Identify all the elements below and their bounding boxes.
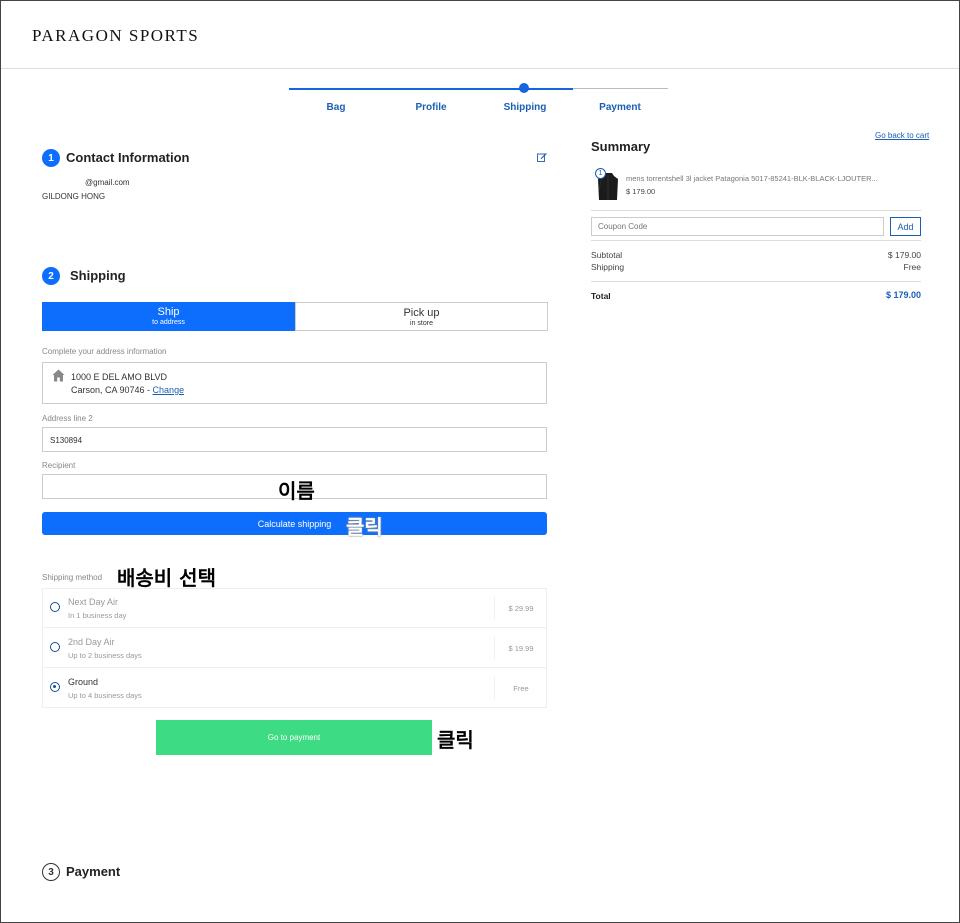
contact-section-title: Contact Information <box>66 150 190 165</box>
subtotal-value: $ 179.00 <box>887 250 921 260</box>
shipping-option-name: Next Day Air <box>68 597 119 607</box>
shipping-option-price: $ 19.99 <box>494 637 547 659</box>
address2-value: S130894 <box>50 436 83 445</box>
shipping-section-title: Shipping <box>70 268 126 283</box>
summary-divider <box>591 210 921 211</box>
address-city-state-zip: Carson, CA 90746 - <box>71 385 153 395</box>
go-to-payment-button[interactable]: Go to payment <box>156 720 432 755</box>
step-profile[interactable]: Profile <box>391 102 471 113</box>
coupon-code-input[interactable] <box>591 217 884 236</box>
step-shipping[interactable]: Shipping <box>485 102 565 113</box>
radio-ground[interactable] <box>50 682 60 692</box>
shipping-option-2nd-day[interactable]: 2nd Day Air Up to 2 business days $ 19.9… <box>42 628 547 668</box>
change-address-link[interactable]: Change <box>153 385 185 395</box>
summary-title: Summary <box>591 139 651 154</box>
screen-frame <box>0 0 960 923</box>
annotation-click-calculate: 클릭 <box>346 515 383 539</box>
coupon-add-button[interactable]: Add <box>890 217 921 236</box>
address-card[interactable]: 1000 E DEL AMO BLVD Carson, CA 90746 - C… <box>42 362 547 404</box>
tab-ship-label: Ship <box>157 306 180 318</box>
brand-logo[interactable]: PARAGON SPORTS <box>32 26 199 46</box>
item-name[interactable]: mens torrentshell 3l jacket Patagonia 50… <box>626 174 886 183</box>
tab-ship-sublabel: to address <box>152 319 185 326</box>
tab-pick-up-in-store[interactable]: Pick up in store <box>295 302 548 331</box>
summary-divider <box>591 281 921 282</box>
address-section-label: Complete your address information <box>42 347 167 356</box>
annotation-click-payment: 클릭 <box>437 728 474 752</box>
shipping-option-eta: Up to 4 business days <box>68 691 142 700</box>
recipient-label: Recipient <box>42 461 76 470</box>
item-price: $ 179.00 <box>626 187 656 196</box>
step-payment[interactable]: Payment <box>580 102 660 113</box>
site-header: PARAGON SPORTS <box>1 1 959 69</box>
shipping-method-label: Shipping method <box>42 573 103 582</box>
address-line-2-city: Carson, CA 90746 - Change <box>71 385 184 395</box>
address-line-1: 1000 E DEL AMO BLVD <box>71 372 168 382</box>
step-number-shipping: 2 <box>42 267 60 285</box>
total-value: $ 179.00 <box>885 290 921 300</box>
back-to-cart-link[interactable]: Go back to cart <box>875 131 929 140</box>
item-quantity-badge: 1 <box>595 168 606 179</box>
step-number-contact: 1 <box>42 149 60 167</box>
address2-label: Address line 2 <box>42 414 93 423</box>
shipping-option-price: $ 29.99 <box>494 597 547 619</box>
radio-2nd-day[interactable] <box>50 642 60 652</box>
contact-email: @gmail.com <box>85 178 130 187</box>
shipping-cost-value: Free <box>903 262 921 272</box>
calculate-shipping-button[interactable]: Calculate shipping <box>42 512 547 535</box>
summary-divider <box>591 240 921 241</box>
contact-name: GILDONG HONG <box>42 192 106 201</box>
radio-next-day[interactable] <box>50 602 60 612</box>
shipping-option-name: Ground <box>68 677 99 687</box>
progress-remaining <box>573 88 668 89</box>
home-icon <box>52 369 65 382</box>
shipping-option-name: 2nd Day Air <box>68 637 115 647</box>
subtotal-label: Subtotal <box>591 250 623 260</box>
shipping-option-price: Free <box>494 677 547 699</box>
total-label: Total <box>591 291 611 301</box>
shipping-option-eta: In 1 business day <box>68 611 127 620</box>
edit-icon[interactable] <box>537 152 547 162</box>
shipping-option-eta: Up to 2 business days <box>68 651 142 660</box>
payment-section-title: Payment <box>66 864 121 879</box>
address2-input[interactable]: S130894 <box>42 427 547 452</box>
tab-pickup-sublabel: in store <box>410 320 433 327</box>
shipping-option-ground[interactable]: Ground Up to 4 business days Free <box>42 668 547 708</box>
shipping-cost-label: Shipping <box>591 262 625 272</box>
annotation-name: 이름 <box>278 479 315 503</box>
tab-ship-to-address[interactable]: Ship to address <box>42 302 295 331</box>
annotation-select-shipping: 배송비 선택 <box>117 566 216 590</box>
step-number-payment: 3 <box>42 863 60 881</box>
step-bag[interactable]: Bag <box>296 102 376 113</box>
shipping-option-next-day[interactable]: Next Day Air In 1 business day $ 29.99 <box>42 588 547 628</box>
tab-pickup-label: Pick up <box>403 307 440 319</box>
progress-current-dot <box>519 83 529 93</box>
progress-filled <box>289 88 573 90</box>
